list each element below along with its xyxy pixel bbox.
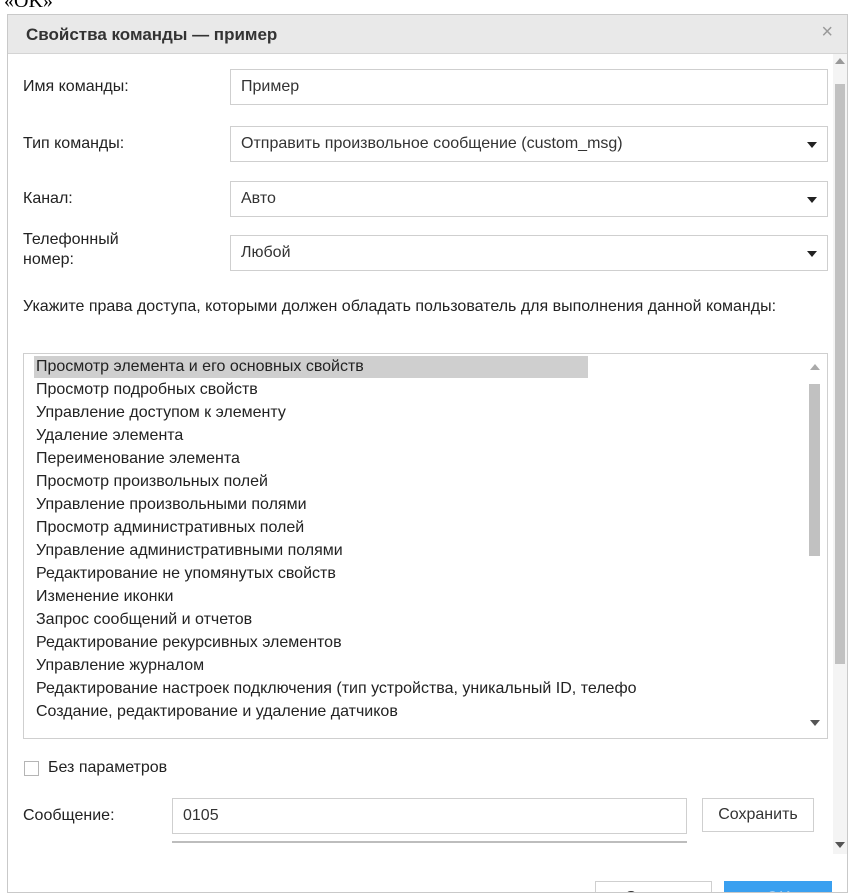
command-name-input[interactable]: Пример [230, 69, 828, 105]
background-clipped-text: «OK» [4, 0, 53, 12]
background-window-strip: «OK» [0, 0, 850, 14]
message-underline [172, 841, 687, 843]
command-name-label: Имя команды: [23, 78, 129, 95]
list-scrollbar-thumb[interactable] [809, 384, 820, 556]
list-item[interactable]: Редактирование рекурсивных элементов [34, 632, 344, 654]
scroll-up-icon[interactable] [835, 58, 845, 64]
message-input[interactable]: 0105 [172, 798, 687, 834]
list-item[interactable]: Запрос сообщений и отчетов [34, 609, 254, 631]
save-button[interactable]: Сохранить [702, 798, 814, 832]
phone-value: Любой [241, 244, 291, 261]
dialog-titlebar[interactable]: Свойства команды — пример × [8, 15, 847, 54]
list-item[interactable]: Редактирование не упомянутых свойств [34, 563, 338, 585]
list-item[interactable]: Создание, редактирование и удаление датч… [34, 701, 400, 723]
command-type-label: Тип команды: [23, 135, 125, 152]
no-params-checkbox[interactable] [24, 761, 39, 776]
channel-value: Авто [241, 190, 276, 207]
scroll-down-icon[interactable] [835, 842, 845, 848]
dialog-content: Имя команды: Пример Тип команды: Отправи… [8, 54, 847, 892]
background-left-edge [0, 14, 7, 895]
channel-select[interactable]: Авто [230, 181, 828, 217]
chevron-down-icon [807, 142, 817, 148]
list-item[interactable]: Просмотр произвольных полей [34, 471, 270, 493]
list-item[interactable]: Управление доступом к элементу [34, 402, 288, 424]
ok-button[interactable]: OK [724, 881, 832, 892]
permissions-listbox[interactable]: Просмотр элемента и его основных свойств… [23, 353, 828, 739]
close-icon[interactable]: × [821, 21, 833, 44]
list-item[interactable]: Управление произвольными полями [34, 494, 309, 516]
phone-label-line1: Телефонный [23, 231, 119, 248]
no-params-label: Без параметров [48, 759, 168, 776]
permissions-hint: Укажите права доступа, которыми должен о… [23, 298, 777, 315]
chevron-down-icon [807, 251, 817, 257]
list-item[interactable]: Просмотр административных полей [34, 517, 306, 539]
chevron-down-icon [807, 197, 817, 203]
command-type-value: Отправить произвольное сообщение (custom… [241, 135, 623, 152]
phone-select[interactable]: Любой [230, 235, 828, 271]
list-item[interactable]: Просмотр подробных свойств [34, 379, 260, 401]
list-item[interactable]: Переименование элемента [34, 448, 242, 470]
list-item[interactable]: Изменение иконки [34, 586, 175, 608]
list-item[interactable]: Управление административными полями [34, 540, 345, 562]
scrollbar-thumb[interactable] [835, 84, 845, 664]
cancel-button[interactable]: Отмена [595, 881, 712, 892]
list-scrollbar[interactable] [803, 354, 827, 738]
dialog-title: Свойства команды — пример [26, 25, 278, 44]
phone-label: Телефонный номер: [23, 230, 119, 270]
list-item[interactable]: Удаление элемента [34, 425, 185, 447]
list-item[interactable]: Управление журналом [34, 655, 206, 677]
phone-label-line2: номер: [23, 251, 74, 268]
message-label: Сообщение: [23, 807, 115, 824]
list-item[interactable]: Редактирование настроек подключения (тип… [34, 678, 808, 700]
list-item[interactable]: Просмотр элемента и его основных свойств [34, 356, 588, 378]
scroll-down-icon[interactable] [810, 720, 820, 726]
command-type-select[interactable]: Отправить произвольное сообщение (custom… [230, 126, 828, 162]
scroll-up-icon[interactable] [810, 364, 820, 370]
dialog-scrollbar[interactable] [833, 54, 847, 854]
channel-label: Канал: [23, 190, 73, 207]
command-properties-dialog: Свойства команды — пример × Имя команды:… [7, 14, 848, 893]
